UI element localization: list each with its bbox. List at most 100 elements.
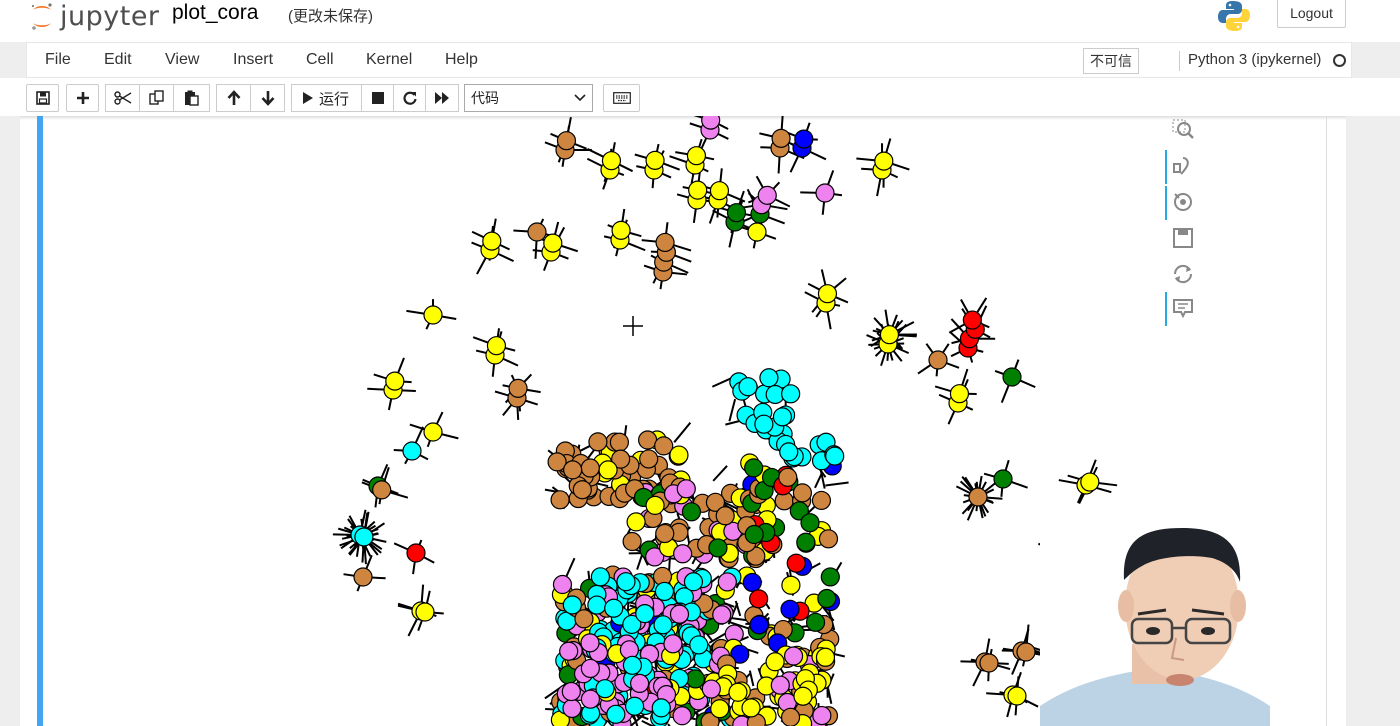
graph-node [717,572,737,592]
graph-edge [814,472,823,489]
graph-node [754,414,774,434]
graph-node [701,679,721,699]
graph-node [655,523,675,544]
graph-node [561,681,581,702]
graph-node [402,441,422,461]
graph-node [747,222,767,242]
graph-node [817,588,837,609]
graph-node [590,567,610,587]
graph-node [673,544,693,564]
active-tool-indicator [1165,150,1167,184]
graph-node [527,222,547,242]
graph-node [609,432,629,452]
graph-node [559,641,579,661]
reset-icon[interactable] [1171,262,1195,286]
graph-node [709,181,730,201]
graph-node [508,378,528,398]
graph-node [783,646,804,666]
graph-node [689,635,709,655]
graph-node [580,633,600,653]
graph-node [825,446,845,466]
graph-node [556,131,577,151]
graph-node [710,699,730,719]
graph-node [1002,367,1022,387]
graph-edge [825,481,849,487]
graph-edge [673,421,692,443]
graph-node [638,430,658,450]
graph-node [672,706,692,726]
graph-node [651,698,671,718]
hover-icon[interactable] [1171,296,1195,320]
graph-node [626,512,646,532]
graph-node [595,679,615,699]
graph-node [770,675,790,695]
graph-node [1080,472,1100,492]
graph-node [805,612,826,632]
graph-node [423,305,443,325]
graph-node [353,567,373,587]
graph-node [786,553,806,573]
graph-node [811,490,832,511]
zoom-icon[interactable] [1171,118,1195,142]
graph-node [663,634,683,654]
graph-node [601,151,622,171]
graph-node [772,407,793,427]
graph-node [715,506,735,526]
graph-node [423,422,443,442]
graph-node [728,682,748,702]
graph-edge [734,600,742,617]
graph-node [879,325,900,345]
graph-node [372,480,392,500]
graph-node [749,615,769,635]
graph-node [588,432,608,452]
graph-node [742,572,762,593]
graph-node [645,150,665,170]
graph-node [979,653,999,673]
graph-edge [728,398,737,422]
graph-node [780,707,801,726]
graph-node [781,384,801,404]
active-tool-indicator [1165,186,1167,220]
graph-node [653,615,673,635]
graph-node [611,220,631,240]
graph-node [749,589,769,609]
save-plot-icon[interactable] [1171,226,1195,250]
wheel-zoom-icon[interactable] [1171,190,1195,214]
graph-node [645,495,665,515]
plot-toolbar [1163,116,1203,336]
graph-node [655,232,675,253]
graph-node [552,574,573,595]
graph-node [778,467,798,487]
graph-node [812,705,832,726]
graph-node [654,581,675,602]
active-tool-indicator [1165,292,1167,326]
graph-node [757,185,777,205]
graph-node [817,284,838,304]
graph-node [639,449,659,469]
graph-node [744,524,764,545]
graph-node [598,460,618,480]
graph-node [572,480,592,500]
graph-node [486,336,507,356]
graph-node [712,605,732,625]
graph-node [683,572,704,592]
graph-node [800,513,820,533]
graph-node [949,384,970,404]
graph-node [676,479,696,499]
graph-node [962,310,982,330]
graph-node [815,647,836,667]
graph-node [482,231,502,251]
pan-icon[interactable] [1171,154,1195,178]
graph-node [616,572,636,592]
graph-node [1007,686,1027,706]
graph-node [354,527,374,547]
graph-node [780,599,800,619]
graph-node [726,203,747,223]
graph-node [562,698,582,719]
graph-node [765,652,785,672]
graph-node [928,350,948,370]
graph-node [619,640,639,660]
graph-node [604,598,624,618]
graph-node [818,529,839,549]
graph-node [624,696,645,716]
